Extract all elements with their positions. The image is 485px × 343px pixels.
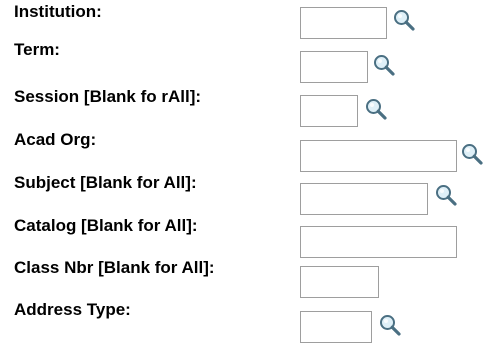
acad-org-lookup-icon[interactable] bbox=[460, 142, 484, 166]
term-lookup-icon[interactable] bbox=[372, 53, 396, 77]
session-lookup-icon[interactable] bbox=[364, 97, 388, 121]
subject-field[interactable] bbox=[300, 183, 428, 215]
class-nbr-label: Class Nbr [Blank for All]: bbox=[14, 258, 215, 277]
subject-lookup-icon[interactable] bbox=[434, 183, 458, 207]
catalog-label: Catalog [Blank for All]: bbox=[14, 216, 198, 235]
report-parameters-form: Institution: Term: Session [Blank fo rAl… bbox=[0, 0, 485, 343]
institution-field[interactable] bbox=[300, 7, 387, 39]
catalog-field[interactable] bbox=[300, 226, 457, 258]
acad-org-label: Acad Org: bbox=[14, 130, 97, 149]
class-nbr-field[interactable] bbox=[300, 266, 379, 298]
term-field[interactable] bbox=[300, 51, 368, 83]
session-field[interactable] bbox=[300, 95, 358, 127]
address-type-field[interactable] bbox=[300, 311, 372, 343]
address-type-lookup-icon[interactable] bbox=[378, 313, 402, 337]
institution-lookup-icon[interactable] bbox=[392, 8, 416, 32]
acad-org-field[interactable] bbox=[300, 140, 457, 172]
institution-label: Institution: bbox=[14, 2, 102, 21]
term-label: Term: bbox=[14, 40, 60, 59]
subject-label: Subject [Blank for All]: bbox=[14, 173, 197, 192]
session-label: Session [Blank fo rAll]: bbox=[14, 87, 202, 106]
address-type-label: Address Type: bbox=[14, 300, 131, 319]
